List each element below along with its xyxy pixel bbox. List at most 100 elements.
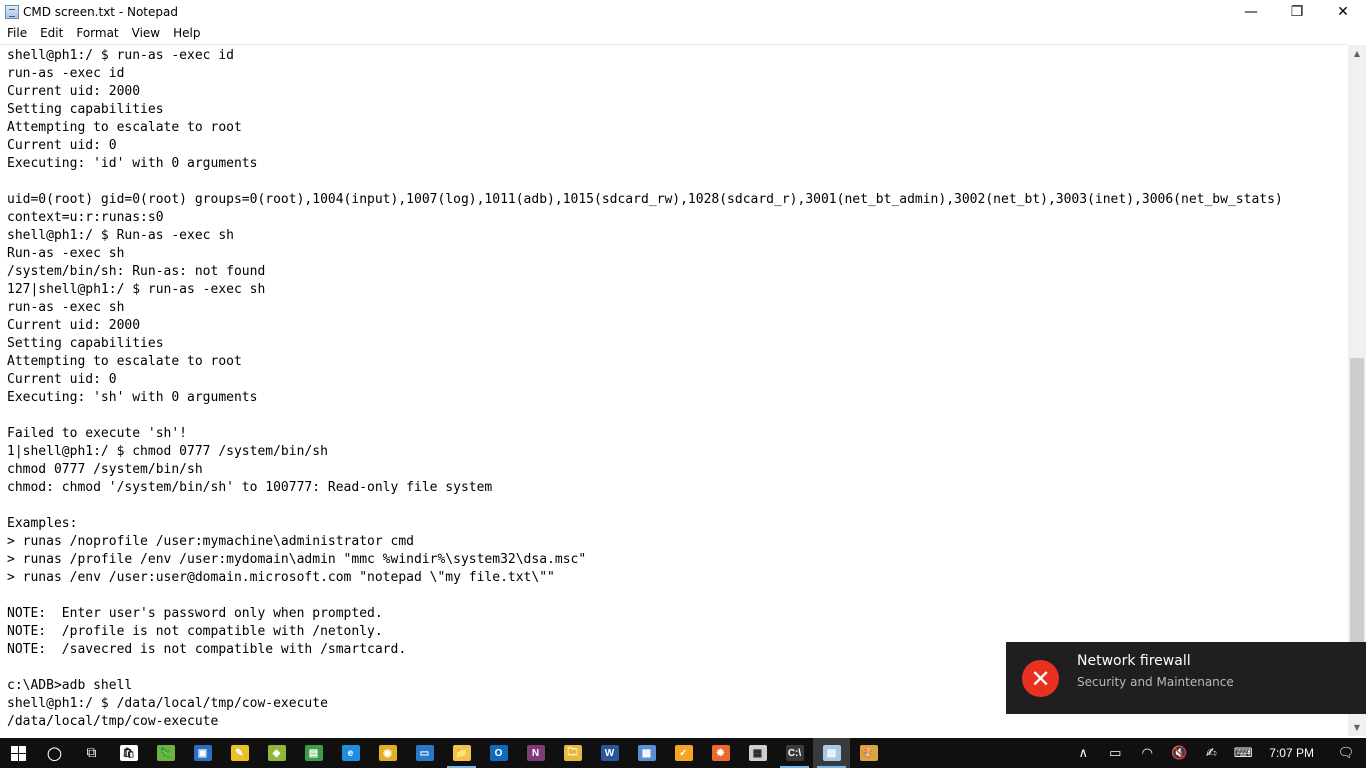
notepad-icon: ▤ xyxy=(822,745,841,761)
menu-format[interactable]: Format xyxy=(69,26,124,40)
edge-icon: e xyxy=(341,745,360,761)
word-icon: W xyxy=(600,745,619,761)
toast-subtitle: Security and Maintenance xyxy=(1077,675,1234,689)
text-line: Current uid: 2000 xyxy=(7,318,141,333)
app-gear-icon: ✹ xyxy=(711,745,730,761)
text-line: Current uid: 0 xyxy=(7,372,117,387)
app-lizard-icon: 🦎 xyxy=(156,745,175,761)
app-document-taskbar-button[interactable]: ▦ xyxy=(628,738,665,768)
task-view-icon: ⧉ xyxy=(86,745,97,761)
text-line: run-as -exec id xyxy=(7,66,125,81)
text-line: shell@ph1:/ $ run-as -exec id xyxy=(7,48,234,63)
network-firewall-toast[interactable]: ✕ Network firewall Security and Maintena… xyxy=(1006,642,1366,714)
menu-view[interactable]: View xyxy=(125,26,166,40)
text-line: shell@ph1:/ $ Run-as -exec sh xyxy=(7,228,234,243)
system-tray: ∧ ▭ ◠ 🔇 ✍ ⌨ 7:07 PM 🗨 xyxy=(1067,738,1366,768)
app-folder-icon: 🗀 xyxy=(563,745,582,761)
app-cube-taskbar-button[interactable]: ◆ xyxy=(258,738,295,768)
menu-help[interactable]: Help xyxy=(166,26,206,40)
store-taskbar-button[interactable]: 🛍 xyxy=(110,738,147,768)
window-title: CMD screen.txt - Notepad xyxy=(23,4,178,19)
keyboard-icon[interactable]: ⌨ xyxy=(1227,738,1259,768)
text-line: /data/local/tmp/cow-execute xyxy=(7,714,219,729)
notepad-app-icon xyxy=(5,4,19,19)
file-explorer-taskbar-button[interactable]: 📁 xyxy=(443,738,480,768)
cortana-search-icon: ○ xyxy=(46,742,63,764)
menu-file[interactable]: File xyxy=(0,26,33,40)
chrome-taskbar-button[interactable]: ◉ xyxy=(369,738,406,768)
window-controls: — ❐ ✕ xyxy=(1228,0,1366,23)
pen-icon[interactable]: ✍ xyxy=(1195,738,1227,768)
wifi-icon[interactable]: ◠ xyxy=(1131,738,1163,768)
app-check-taskbar-button[interactable]: ✓ xyxy=(665,738,702,768)
text-line: chmod 0777 /system/bin/sh xyxy=(7,462,203,477)
text-line: chmod: chmod '/system/bin/sh' to 100777:… xyxy=(7,480,493,495)
vertical-scrollbar[interactable]: ▲ ▼ xyxy=(1348,45,1366,736)
clock[interactable]: 7:07 PM xyxy=(1259,746,1326,760)
store-icon: 🛍 xyxy=(119,745,138,761)
onenote-icon: N xyxy=(526,745,545,761)
text-line xyxy=(7,407,1283,425)
error-icon: ✕ xyxy=(1022,660,1059,697)
app-gear-taskbar-button[interactable]: ✹ xyxy=(702,738,739,768)
app-lizard-taskbar-button[interactable]: 🦎 xyxy=(147,738,184,768)
app-monitor-icon: ▭ xyxy=(415,745,434,761)
text-line: Failed to execute 'sh'! xyxy=(7,426,188,441)
app-blue-icon: ▣ xyxy=(193,745,212,761)
text-line: 127|shell@ph1:/ $ run-as -exec sh xyxy=(7,282,266,297)
word-taskbar-button[interactable]: W xyxy=(591,738,628,768)
text-line: Executing: 'sh' with 0 arguments xyxy=(7,390,258,405)
menu-bar: File Edit Format View Help xyxy=(0,23,1366,43)
start-button[interactable] xyxy=(0,738,36,768)
scroll-down-button[interactable]: ▼ xyxy=(1348,719,1366,736)
calculator-taskbar-button[interactable]: ▦ xyxy=(739,738,776,768)
task-view-taskbar-button[interactable]: ⧉ xyxy=(73,738,110,768)
text-line: > runas /env /user:user@domain.microsoft… xyxy=(7,570,555,585)
app-terminal-icon: ▤ xyxy=(304,745,323,761)
app-terminal-taskbar-button[interactable]: ▤ xyxy=(295,738,332,768)
maximize-button[interactable]: ❐ xyxy=(1274,0,1320,23)
app-check-icon: ✓ xyxy=(674,745,693,761)
title-bar: CMD screen.txt - Notepad — ❐ ✕ xyxy=(0,0,1366,23)
outlook-icon: O xyxy=(489,745,508,761)
app-tools-icon: ✎ xyxy=(230,745,249,761)
close-button[interactable]: ✕ xyxy=(1320,0,1366,23)
text-line xyxy=(7,173,1283,191)
app-blue-taskbar-button[interactable]: ▣ xyxy=(184,738,221,768)
text-line: 1|shell@ph1:/ $ chmod 0777 /system/bin/s… xyxy=(7,444,328,459)
app-folder-taskbar-button[interactable]: 🗀 xyxy=(554,738,591,768)
text-line: > runas /profile /env /user:mydomain\adm… xyxy=(7,552,587,567)
text-editor[interactable]: shell@ph1:/ $ run-as -exec id run-as -exe… xyxy=(0,44,1348,737)
chrome-icon: ◉ xyxy=(378,745,397,761)
text-line: Setting capabilities xyxy=(7,336,164,351)
onenote-taskbar-button[interactable]: N xyxy=(517,738,554,768)
calculator-icon: ▦ xyxy=(748,745,767,761)
text-line: Executing: 'id' with 0 arguments xyxy=(7,156,258,171)
menu-edit[interactable]: Edit xyxy=(33,26,69,40)
scroll-up-button[interactable]: ▲ xyxy=(1348,45,1366,62)
edge-taskbar-button[interactable]: e xyxy=(332,738,369,768)
volume-muted-icon[interactable]: 🔇 xyxy=(1163,738,1195,768)
scroll-thumb[interactable] xyxy=(1350,358,1364,685)
show-hidden-icons-icon[interactable]: ∧ xyxy=(1067,738,1099,768)
minimize-button[interactable]: — xyxy=(1228,0,1274,23)
outlook-taskbar-button[interactable]: O xyxy=(480,738,517,768)
text-line: Run-as -exec sh xyxy=(7,246,125,261)
text-line: context=u:r:runas:s0 xyxy=(7,210,164,225)
app-monitor-taskbar-button[interactable]: ▭ xyxy=(406,738,443,768)
cortana-search-taskbar-button[interactable]: ○ xyxy=(36,738,73,768)
text-line: Attempting to escalate to root xyxy=(7,120,242,135)
text-line xyxy=(7,587,1283,605)
battery-icon[interactable]: ▭ xyxy=(1099,738,1131,768)
paint-icon: 🎨 xyxy=(859,745,878,761)
paint-taskbar-button[interactable]: 🎨 xyxy=(850,738,887,768)
app-tools-taskbar-button[interactable]: ✎ xyxy=(221,738,258,768)
notepad-taskbar-button[interactable]: ▤ xyxy=(813,738,850,768)
windows-logo-icon xyxy=(10,745,26,761)
text-line: uid=0(root) gid=0(root) groups=0(root),1… xyxy=(7,192,1283,207)
file-explorer-icon: 📁 xyxy=(452,745,471,761)
cmd-taskbar-button[interactable]: C:\ xyxy=(776,738,813,768)
action-center-icon[interactable]: 🗨 xyxy=(1326,738,1366,768)
text-line: run-as -exec sh xyxy=(7,300,125,315)
app-cube-icon: ◆ xyxy=(267,745,286,761)
